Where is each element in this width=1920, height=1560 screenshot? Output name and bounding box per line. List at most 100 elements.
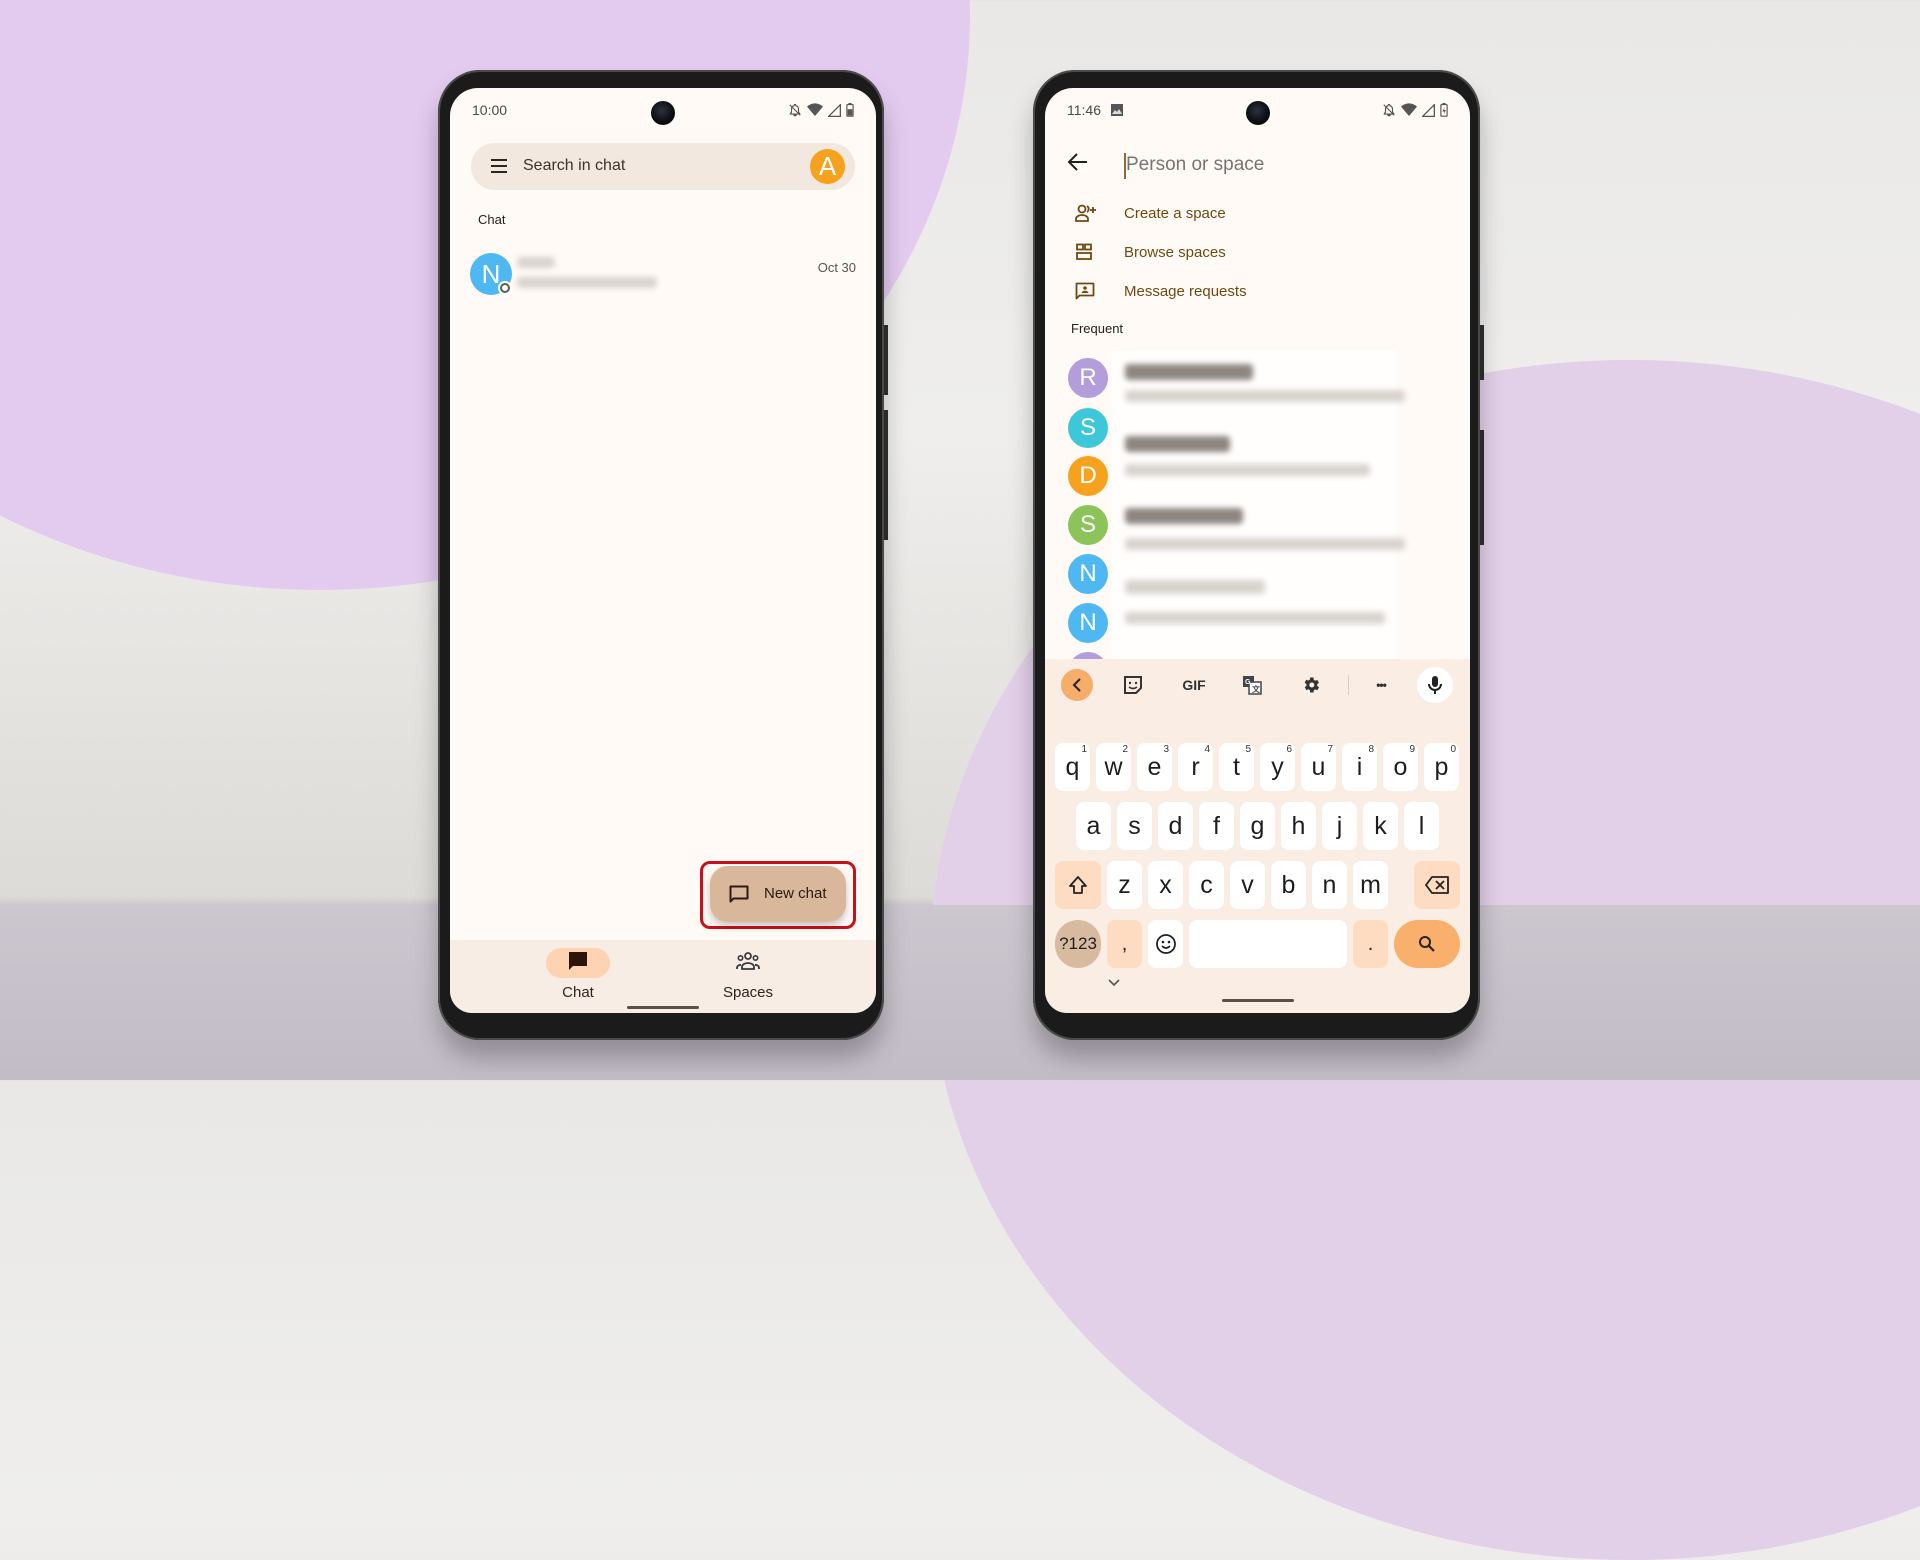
- key[interactable]: b: [1271, 861, 1306, 909]
- nav-label-spaces: Spaces: [722, 984, 774, 1001]
- power-button: [1480, 325, 1484, 380]
- nav-tab-spaces[interactable]: Spaces: [698, 948, 798, 1001]
- status-bar: 10:00: [472, 102, 854, 122]
- create-space-item[interactable]: Create a space: [1045, 196, 1470, 232]
- period-key[interactable]: .: [1353, 920, 1388, 968]
- chat-name-blurred: [517, 257, 555, 268]
- new-chat-button[interactable]: New chat: [710, 866, 846, 922]
- key[interactable]: j: [1322, 802, 1357, 850]
- contact-name-blurred[interactable]: [1125, 508, 1243, 524]
- key[interactable]: h: [1281, 802, 1316, 850]
- gif-button[interactable]: GIF: [1174, 667, 1214, 703]
- message-requests-item[interactable]: Message requests: [1045, 274, 1470, 310]
- key-label: p: [1434, 753, 1449, 781]
- key[interactable]: s: [1117, 802, 1152, 850]
- chat-date: Oct 30: [817, 260, 856, 275]
- nav-label-chat: Chat: [562, 984, 594, 1001]
- key-label: i: [1356, 753, 1363, 781]
- new-chat-screen: 11:46 Create a space Browse spaces Messa…: [1045, 88, 1470, 1013]
- browse-spaces-label: Browse spaces: [1124, 244, 1226, 261]
- account-avatar[interactable]: A: [810, 149, 845, 184]
- key-number-hint: 3: [1163, 744, 1169, 755]
- key-label: w: [1104, 753, 1123, 781]
- key[interactable]: v: [1230, 861, 1265, 909]
- power-button: [884, 325, 888, 395]
- backspace-key[interactable]: [1414, 861, 1460, 909]
- back-arrow-icon[interactable]: [1067, 152, 1089, 177]
- signal-icon: [828, 103, 841, 117]
- key[interactable]: w2: [1096, 743, 1131, 791]
- key[interactable]: r4: [1178, 743, 1213, 791]
- key[interactable]: m: [1353, 861, 1388, 909]
- browse-spaces-item[interactable]: Browse spaces: [1045, 235, 1470, 271]
- frequent-avatar[interactable]: S: [1068, 408, 1108, 448]
- mic-icon[interactable]: [1417, 667, 1453, 703]
- battery-icon: [846, 103, 854, 117]
- key[interactable]: a: [1076, 802, 1111, 850]
- key-label: s: [1128, 812, 1141, 840]
- key[interactable]: g: [1240, 802, 1275, 850]
- key[interactable]: k: [1363, 802, 1398, 850]
- key[interactable]: f: [1199, 802, 1234, 850]
- key[interactable]: c: [1189, 861, 1224, 909]
- key-label: g: [1250, 812, 1265, 840]
- wifi-icon: [807, 103, 823, 117]
- key-label: h: [1291, 812, 1306, 840]
- more-icon[interactable]: •••: [1363, 667, 1399, 703]
- message-request-icon: [1075, 282, 1095, 306]
- gesture-home-bar[interactable]: [627, 1006, 699, 1009]
- key[interactable]: t5: [1219, 743, 1254, 791]
- sticker-icon[interactable]: [1115, 667, 1151, 703]
- space-key[interactable]: [1189, 920, 1347, 968]
- search-in-chat-bar[interactable]: Search in chat A: [471, 143, 855, 190]
- key[interactable]: n: [1312, 861, 1347, 909]
- key[interactable]: y6: [1260, 743, 1295, 791]
- status-bar: 11:46: [1067, 102, 1448, 122]
- contact-name-blurred[interactable]: [1125, 364, 1253, 380]
- shift-key[interactable]: [1055, 861, 1101, 909]
- key[interactable]: o9: [1383, 743, 1418, 791]
- key[interactable]: l: [1404, 802, 1439, 850]
- frequent-avatar[interactable]: N: [1068, 554, 1108, 594]
- translate-icon[interactable]: G文: [1234, 667, 1270, 703]
- key-label: q: [1065, 753, 1080, 781]
- key-label: x: [1159, 871, 1172, 899]
- comma-key[interactable]: ,: [1107, 920, 1142, 968]
- chat-preview-blurred: [517, 277, 657, 288]
- frequent-avatar[interactable]: S: [1068, 505, 1108, 545]
- search-key[interactable]: [1394, 920, 1460, 968]
- key[interactable]: d: [1158, 802, 1193, 850]
- message-requests-label: Message requests: [1124, 283, 1247, 300]
- chat-list-item[interactable]: N Oct 30: [470, 253, 856, 309]
- status-time: 10:00: [472, 102, 508, 118]
- symbols-key[interactable]: ?123: [1055, 920, 1101, 968]
- frequent-avatar[interactable]: R: [1068, 358, 1108, 398]
- person-or-space-input[interactable]: [1124, 148, 1428, 182]
- key[interactable]: z: [1107, 861, 1142, 909]
- hide-keyboard-chevron-icon[interactable]: [1108, 974, 1120, 992]
- key[interactable]: e3: [1137, 743, 1172, 791]
- key[interactable]: p0: [1424, 743, 1459, 791]
- collapse-icon[interactable]: [1061, 669, 1093, 701]
- emoji-key[interactable]: [1148, 920, 1183, 968]
- frequent-avatar[interactable]: N: [1068, 603, 1108, 643]
- key[interactable]: q1: [1055, 743, 1090, 791]
- key[interactable]: x: [1148, 861, 1183, 909]
- key[interactable]: i8: [1342, 743, 1377, 791]
- key-label: y: [1271, 753, 1284, 781]
- gesture-home-bar[interactable]: [1221, 999, 1294, 1002]
- notifications-off-icon: [1382, 103, 1396, 117]
- key[interactable]: u7: [1301, 743, 1336, 791]
- onscreen-keyboard: GIF G文 ••• q1w2e3r4t5y6u7i8o9p0 asdfghjk…: [1045, 659, 1470, 1013]
- frequent-avatar[interactable]: D: [1068, 456, 1108, 496]
- key-label: n: [1322, 871, 1337, 899]
- contact-name-blurred[interactable]: [1125, 436, 1230, 452]
- menu-icon[interactable]: [489, 157, 509, 175]
- key-number-hint: 4: [1204, 744, 1210, 755]
- contact-name-blurred[interactable]: [1125, 580, 1265, 594]
- key-label: m: [1360, 871, 1381, 899]
- nav-tab-chat[interactable]: Chat: [528, 948, 628, 1001]
- create-space-label: Create a space: [1124, 205, 1226, 222]
- key-number-hint: 0: [1450, 744, 1456, 755]
- settings-icon[interactable]: [1293, 667, 1329, 703]
